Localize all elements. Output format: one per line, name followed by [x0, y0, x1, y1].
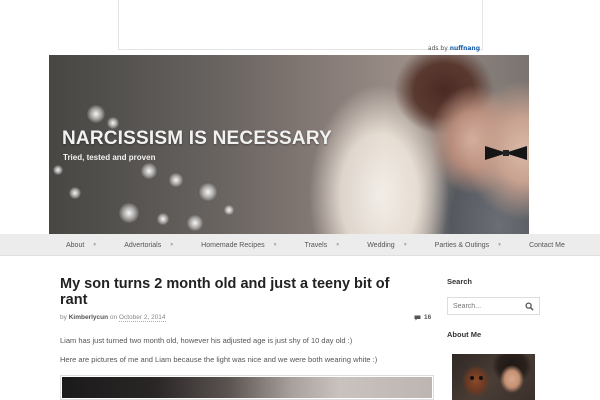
bokeh-light — [187, 215, 203, 231]
ad-brand-name: nuffnang — [449, 45, 480, 52]
site-title[interactable]: NARCISSISM IS NECESSARY — [62, 128, 332, 150]
search-form — [447, 297, 540, 315]
meta-by-label: by — [60, 314, 67, 321]
bowtie-shape — [485, 146, 527, 160]
ad-brand-prefix: ads by — [427, 45, 448, 52]
nav-item-label: Wedding — [367, 241, 395, 249]
nav-item-label: About — [66, 241, 85, 249]
bokeh-light — [69, 187, 81, 199]
about-me-photo[interactable] — [452, 354, 535, 400]
nav-item-label: Parties & Outings — [434, 241, 490, 249]
bokeh-light — [141, 163, 157, 179]
chevron-down-icon: ▼ — [169, 242, 175, 248]
nav-item-label: Advertorials — [124, 241, 162, 249]
meta-on-label: on — [109, 314, 118, 321]
comment-count-value: 16 — [424, 314, 432, 321]
post-paragraph: Here are pictures of me and Liam because… — [60, 355, 378, 364]
bokeh-light — [157, 213, 169, 225]
search-input[interactable] — [453, 302, 523, 310]
site-tagline: Tried, tested and proven — [63, 153, 156, 162]
nav-item-homemade-recipes[interactable]: Homemade Recipes ▼ — [184, 242, 287, 249]
bokeh-light — [87, 105, 105, 123]
ad-brand-label[interactable]: ads by nuffnang — [428, 45, 480, 52]
main-navigation: About ▼ Advertorials ▼ Homemade Recipes … — [0, 234, 600, 256]
ad-banner-frame[interactable]: ads by nuffnang — [118, 0, 483, 52]
comment-bubble-icon — [414, 315, 421, 320]
comment-count-link[interactable]: 16 — [414, 314, 431, 321]
nav-menu: About ▼ Advertorials ▼ Homemade Recipes … — [49, 234, 575, 256]
bokeh-light — [199, 183, 217, 201]
nav-item-wedding[interactable]: Wedding ▼ — [350, 242, 417, 249]
nav-item-label: Travels — [304, 241, 328, 249]
post-photo[interactable] — [60, 375, 434, 400]
post-title[interactable]: My son turns 2 month old and just a teen… — [60, 276, 420, 308]
chevron-down-icon: ▼ — [92, 242, 98, 248]
post-date-link[interactable]: October 2, 2014 — [118, 314, 166, 322]
bokeh-light — [53, 165, 63, 175]
bokeh-light — [224, 205, 234, 215]
photo-detail — [479, 376, 483, 380]
post-photo-image — [62, 377, 432, 398]
nav-item-advertorials[interactable]: Advertorials ▼ — [107, 242, 184, 249]
chevron-down-icon: ▼ — [335, 242, 341, 248]
post-meta: by Kimberlycun on October 2, 2014 — [60, 314, 166, 322]
nav-item-contact-me[interactable]: Contact Me — [512, 242, 575, 249]
bokeh-light — [119, 203, 139, 223]
chevron-down-icon: ▼ — [272, 242, 278, 248]
post-author-link[interactable]: Kimberlycun — [69, 314, 108, 321]
nav-item-label: Contact Me — [529, 241, 565, 249]
header-banner[interactable]: NARCISSISM IS NECESSARY Tried, tested an… — [49, 55, 529, 234]
post-paragraph: Liam has just turned two month old, howe… — [60, 336, 353, 345]
bokeh-light — [169, 173, 183, 187]
chevron-down-icon: ▼ — [402, 242, 408, 248]
chevron-down-icon: ▼ — [497, 242, 503, 248]
nav-item-parties-outings[interactable]: Parties & Outings ▼ — [418, 242, 512, 249]
nav-item-about[interactable]: About ▼ — [49, 242, 107, 249]
nav-item-label: Homemade Recipes — [201, 241, 265, 249]
about-widget-title: About Me — [447, 330, 482, 339]
search-widget-title: Search — [447, 277, 473, 286]
search-icon[interactable] — [525, 301, 534, 311]
nav-item-travels[interactable]: Travels ▼ — [288, 242, 351, 249]
photo-detail — [470, 376, 474, 380]
